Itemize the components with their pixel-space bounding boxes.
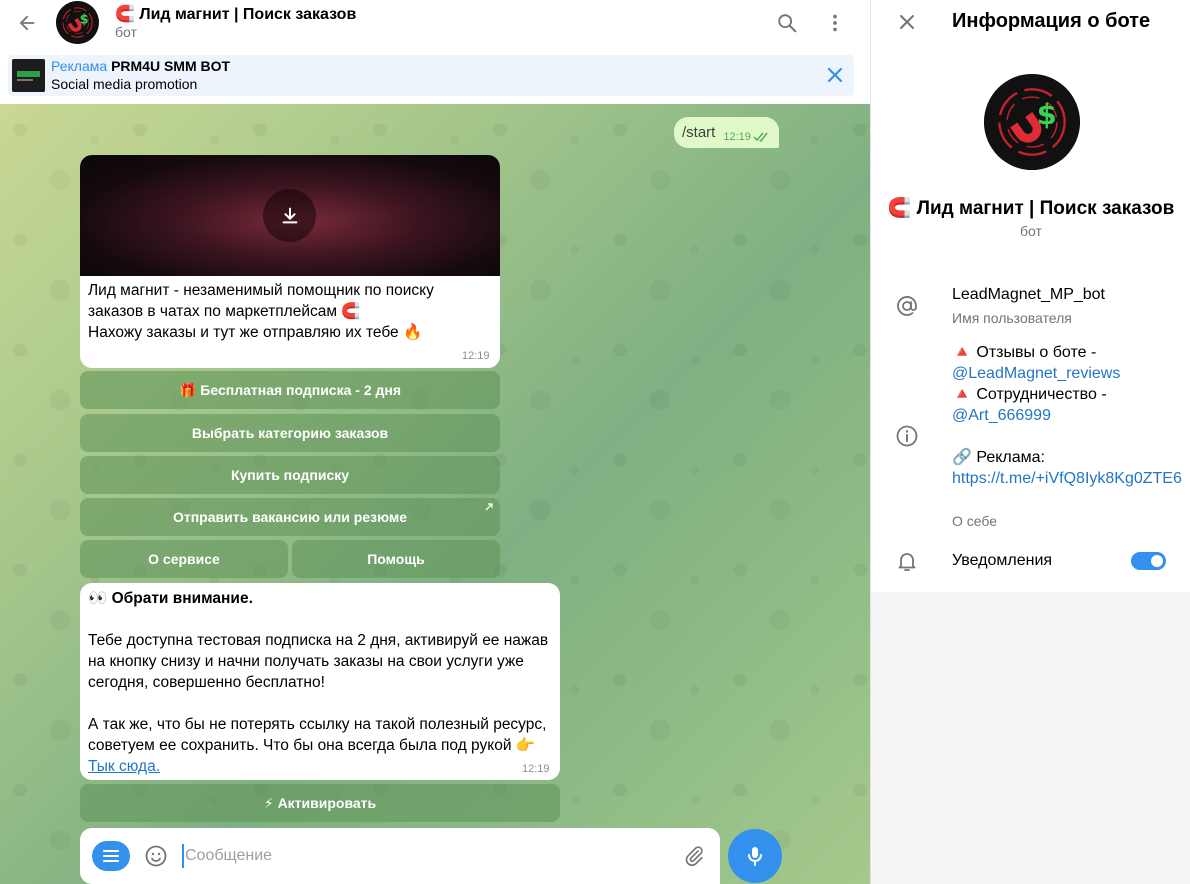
ad-close-button[interactable] <box>824 64 846 86</box>
outgoing-message[interactable]: /start 12:19 <box>674 117 779 148</box>
choose-category-button[interactable]: Выбрать категорию заказов <box>80 414 500 452</box>
more-vertical-icon <box>833 14 837 32</box>
notifications-label: Уведомления <box>952 552 1053 569</box>
bot-info-panel: Информация о боте $ 🧲 Лид магнит | Поиск… <box>870 0 1190 884</box>
bot-avatar-large[interactable]: $ <box>984 74 1080 170</box>
bot-description: 🔺 Отзывы о боте - @LeadMagnet_reviews 🔺 … <box>952 342 1182 489</box>
free-trial-button[interactable]: 🎁 Бесплатная подписка - 2 дня <box>80 371 500 409</box>
notifications-toggle[interactable] <box>1131 552 1166 570</box>
ad-label: Реклама <box>51 58 108 74</box>
smile-icon <box>145 845 167 867</box>
toggle-knob <box>1149 553 1165 569</box>
cooperation-link[interactable]: @Art_666999 <box>952 407 1051 424</box>
chat-title[interactable]: 🧲 Лид магнит | Поиск заказов <box>115 4 356 24</box>
more-menu-button[interactable] <box>820 8 850 38</box>
heading-text: Обрати внимание. <box>111 590 253 607</box>
chat-header: $ 🧲 Лид магнит | Поиск заказов бот Рекла… <box>0 0 870 104</box>
emoji-button[interactable] <box>142 842 170 870</box>
send-vacancy-label: Отправить вакансию или резюме <box>172 509 407 525</box>
voice-record-button[interactable] <box>728 829 782 883</box>
buy-subscription-button[interactable]: Купить подписку <box>80 456 500 494</box>
incoming-message-text[interactable]: 👀 Обрати внимание. Тебе доступна тестова… <box>80 583 560 780</box>
bio-coop-text: 🔺 Сотрудничество - <box>952 386 1107 403</box>
sponsored-message-bar[interactable]: Реклама PRM4U SMM BOT Social media promo… <box>8 55 854 96</box>
bio-reviews-text: 🔺 Отзывы о боте - <box>952 344 1097 361</box>
ad-name: PRM4U SMM BOT <box>111 58 231 74</box>
ads-link[interactable]: https://t.me/+iVfQ8Iyk8Kg0ZTE6 <box>952 470 1182 487</box>
ad-description: Social media promotion <box>51 76 198 92</box>
ad-logo-icon <box>12 59 45 92</box>
send-vacancy-button[interactable]: Отправить вакансию или резюме <box>80 498 500 536</box>
bio-ads-text: 🔗 Реклама: <box>952 449 1045 466</box>
description-caption: О себе <box>952 513 998 529</box>
chat-subtitle: бот <box>115 24 137 40</box>
ad-title: Реклама PRM4U SMM BOT <box>51 58 230 74</box>
video-preview[interactable] <box>80 155 500 276</box>
message-line: Лид магнит - незаменимый помощник по пои… <box>88 282 439 320</box>
arrow-left-icon <box>19 15 35 31</box>
reviews-link[interactable]: @LeadMagnet_reviews <box>952 365 1120 382</box>
close-icon <box>900 15 914 29</box>
search-icon <box>778 14 797 33</box>
bot-menu-button[interactable] <box>92 841 130 871</box>
svg-text:$: $ <box>1037 97 1057 131</box>
attach-button[interactable] <box>680 842 708 870</box>
bot-name: 🧲 Лид магнит | Поиск заказов <box>887 198 1175 219</box>
info-icon <box>893 422 921 450</box>
message-text: 👀 Обрати внимание. Тебе доступна тестова… <box>88 588 553 777</box>
message-time: 12:19 <box>462 350 490 362</box>
message-composer <box>80 828 720 884</box>
message-paragraph: Тебе доступна тестовая подписка на 2 дня… <box>88 632 549 691</box>
bell-icon <box>893 547 921 575</box>
save-link[interactable]: Тык сюда. <box>88 758 160 775</box>
close-panel-button[interactable] <box>893 8 921 36</box>
svg-text:$: $ <box>80 12 89 27</box>
paragraph-text: А так же, что бы не потерять ссылку на т… <box>88 716 547 754</box>
outgoing-message-time: 12:19 <box>723 130 751 143</box>
incoming-message-video[interactable]: Лид магнит - незаменимый помощник по пои… <box>80 155 500 368</box>
external-link-icon <box>485 503 493 511</box>
download-icon <box>282 207 297 223</box>
outgoing-message-text: /start <box>682 124 716 141</box>
menu-lines-icon <box>103 850 119 862</box>
ad-thumbnail <box>12 59 45 92</box>
double-check-icon <box>753 132 768 142</box>
bot-type: бот <box>1020 223 1042 239</box>
bot-info-card: Информация о боте $ 🧲 Лид магнит | Поиск… <box>871 0 1190 592</box>
message-heading: 👀 Обрати внимание. <box>88 588 553 609</box>
search-button[interactable] <box>772 8 802 38</box>
message-text: Лид магнит - незаменимый помощник по пои… <box>88 280 488 343</box>
at-sign-icon <box>893 292 921 320</box>
back-button[interactable] <box>12 8 42 38</box>
close-icon <box>827 67 843 83</box>
activate-button[interactable]: ⚡ Активировать <box>80 784 560 822</box>
about-service-button[interactable]: О сервисе <box>80 540 288 578</box>
paperclip-icon <box>685 846 703 867</box>
eyes-emoji: 👀 <box>88 590 112 607</box>
message-line: Нахожу заказы и тут же отправляю их тебе… <box>88 324 423 341</box>
message-time: 12:19 <box>522 763 550 775</box>
panel-title: Информация о боте <box>952 10 1151 32</box>
chat-area: $ 🧲 Лид магнит | Поиск заказов бот Рекла… <box>0 0 870 884</box>
bot-username[interactable]: LeadMagnet_MP_bot <box>952 286 1105 304</box>
magnet-logo-icon: $ <box>56 1 99 44</box>
help-button[interactable]: Помощь <box>292 540 500 578</box>
download-button[interactable] <box>263 189 316 242</box>
bot-avatar[interactable]: $ <box>56 1 99 44</box>
message-input[interactable] <box>182 844 662 868</box>
message-paragraph: А так же, что бы не потерять ссылку на т… <box>88 714 553 777</box>
magnet-logo-icon: $ <box>984 74 1080 170</box>
username-caption: Имя пользователя <box>952 310 1072 326</box>
microphone-icon <box>748 847 762 866</box>
